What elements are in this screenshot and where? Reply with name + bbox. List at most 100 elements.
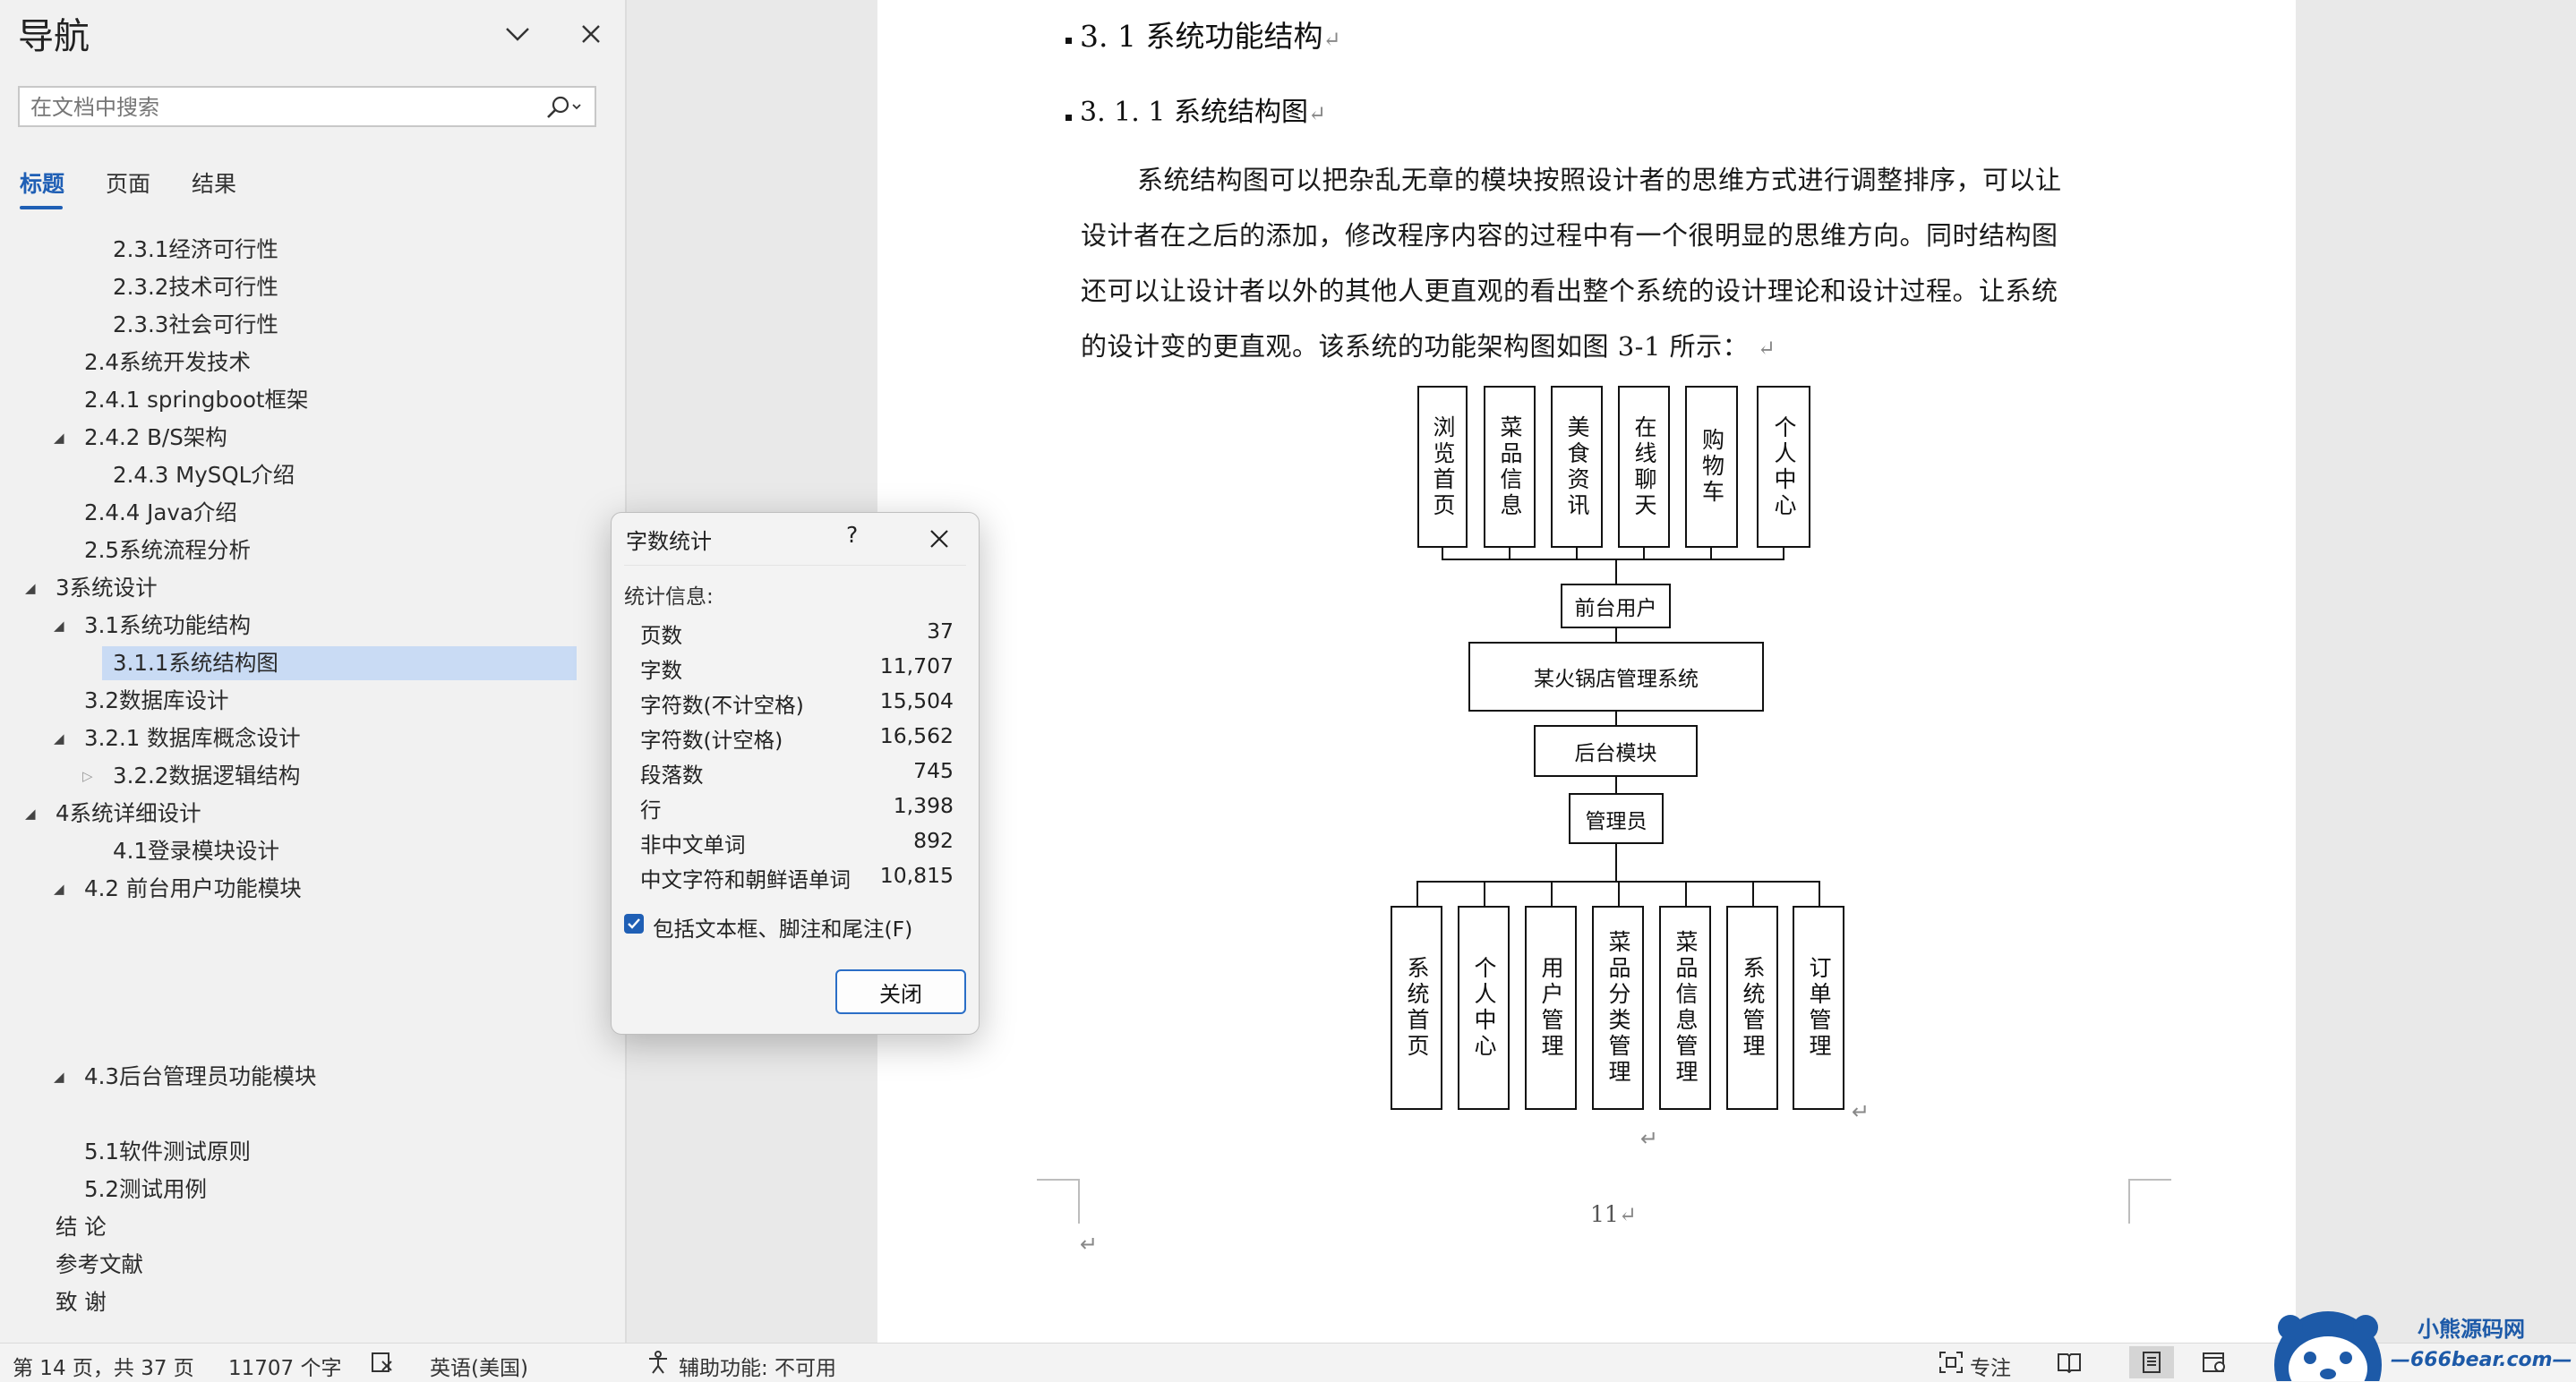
bear-logo-icon: [2274, 1311, 2382, 1381]
heading-3-1-1: 3. 1. 1 系统结构图↵: [1080, 97, 1327, 128]
watermark-url: —666bear.com—: [2391, 1349, 2572, 1371]
nav-heading-item[interactable]: 2.4.3 MySQL介绍: [113, 458, 295, 492]
nav-heading-item[interactable]: 2.3.2技术可行性: [113, 270, 278, 304]
dialog-close-icon[interactable]: [920, 520, 958, 558]
nav-options-chevron-icon[interactable]: [498, 14, 537, 54]
nav-heading-item[interactable]: 5.1软件测试原则: [84, 1135, 251, 1169]
stat-row: 非中文单词 892: [640, 828, 954, 857]
page-number: 11↵: [1590, 1201, 1637, 1227]
connector-line: [1752, 881, 1754, 906]
nav-heading-item[interactable]: 3.2数据库设计: [84, 684, 228, 718]
nav-heading-item[interactable]: 2.3.1经济可行性: [113, 233, 278, 267]
page-info[interactable]: 第 14 页，共 37 页: [13, 1351, 194, 1381]
stat-row: 字数 11,707: [640, 653, 954, 683]
nav-heading-item[interactable]: 4.2 前台用户功能模块: [84, 872, 302, 906]
diagram-bottom-module: 菜品信息管理: [1659, 906, 1711, 1110]
heading-marker: [1065, 115, 1072, 121]
nav-heading-item[interactable]: 4系统详细设计: [56, 797, 201, 831]
collapse-triangle-icon[interactable]: ◢: [25, 571, 36, 605]
diagram-top-module: 菜品信息: [1484, 386, 1536, 548]
tab-results[interactable]: 结果: [192, 166, 236, 199]
accessibility-icon[interactable]: [645, 1349, 672, 1376]
nav-heading-item[interactable]: 2.4.4 Java介绍: [84, 496, 237, 530]
collapse-triangle-icon[interactable]: ◢: [54, 872, 64, 906]
nav-heading-item[interactable]: 5.2测试用例: [84, 1173, 207, 1207]
paragraph-mark: ↵: [1640, 1126, 1659, 1151]
dialog-title: 字数统计: [626, 529, 712, 554]
nav-heading-item[interactable]: 参考文献: [56, 1248, 143, 1282]
connector-line: [1615, 628, 1617, 642]
nav-heading-item[interactable]: 2.4.2 B/S架构: [84, 421, 227, 455]
connector-line: [1442, 559, 1784, 560]
nav-heading-item[interactable]: 3.2.2数据逻辑结构: [113, 759, 300, 793]
nav-heading-item-selected[interactable]: 3.1.1系统结构图: [102, 646, 577, 680]
nav-heading-item[interactable]: 结 论: [56, 1210, 107, 1244]
nav-heading-item[interactable]: 2.4.1 springboot框架: [84, 383, 309, 417]
paragraph-line: 系统结构图可以把杂乱无章的模块按照设计者的思维方式进行调整排序，可以让: [1137, 165, 2062, 195]
collapse-triangle-icon[interactable]: ◢: [54, 721, 64, 755]
focus-label[interactable]: 专注: [1970, 1351, 2011, 1381]
status-bar: 第 14 页，共 37 页 11707 个字 英语(美国) 辅助功能: 不可用 …: [0, 1343, 2576, 1382]
tab-active-indicator: [20, 206, 63, 209]
help-button[interactable]: ?: [846, 522, 858, 548]
read-mode-icon[interactable]: [2056, 1349, 2083, 1376]
diagram-top-module: 购物车: [1685, 386, 1738, 548]
stat-row: 字符数(计空格) 16,562: [640, 723, 954, 753]
stat-row: 段落数 745: [640, 758, 954, 788]
collapse-triangle-icon[interactable]: ◢: [54, 421, 64, 455]
focus-icon[interactable]: [1938, 1349, 1964, 1376]
nav-heading-item[interactable]: 4.3后台管理员功能模块: [84, 1060, 316, 1094]
nav-heading-item[interactable]: 3系统设计: [56, 571, 158, 605]
watermark: 小熊源码网 —666bear.com—: [2264, 1302, 2576, 1381]
close-button[interactable]: 关闭: [835, 969, 966, 1014]
collapse-triangle-icon[interactable]: ◢: [54, 1060, 64, 1094]
diagram-bottom-module: 菜品分类管理: [1592, 906, 1644, 1110]
diagram-top-module: 个人中心: [1757, 386, 1810, 548]
diagram-admin: 管理员: [1569, 793, 1664, 844]
nav-heading-item[interactable]: 2.5系统流程分析: [84, 533, 251, 567]
tab-pages[interactable]: 页面: [106, 166, 150, 199]
paragraph-line: 还可以让设计者以外的其他人更直观的看出整个系统的设计理论和设计过程。让系统: [1081, 276, 2058, 306]
nav-heading-item[interactable]: 致 谢: [56, 1285, 107, 1319]
nav-heading-item[interactable]: 4.1登录模块设计: [113, 834, 279, 868]
print-layout-icon[interactable]: [2129, 1346, 2174, 1378]
stat-row: 行 1,398: [640, 793, 954, 823]
connector-line: [1551, 881, 1553, 906]
nav-close-icon[interactable]: [571, 14, 611, 54]
search-icon[interactable]: [539, 91, 587, 124]
nav-search-box[interactable]: [18, 86, 596, 127]
nav-heading-item[interactable]: 2.4系统开发技术: [84, 346, 251, 380]
collapse-triangle-icon[interactable]: ◢: [54, 609, 64, 643]
diagram-bottom-module: 个人中心: [1458, 906, 1510, 1110]
stat-row: 字符数(不计空格) 15,504: [640, 688, 954, 718]
stat-row: 中文字符和朝鲜语单词 10,815: [640, 863, 954, 892]
diagram-bottom-module: 系统管理: [1726, 906, 1778, 1110]
nav-search-input[interactable]: [29, 91, 534, 124]
nav-heading-item[interactable]: 2.3.3社会可行性: [113, 308, 278, 342]
expand-triangle-icon[interactable]: ▷: [82, 759, 93, 793]
dialog-divider: [624, 565, 966, 566]
paragraph-mark: ↵: [1852, 1099, 1870, 1124]
diagram-top-module: 在线聊天: [1618, 386, 1670, 548]
tab-headings[interactable]: 标题: [20, 166, 64, 199]
paragraph-mark: ↵: [1080, 1232, 1099, 1257]
heading-3-1: 3. 1 系统功能结构↵: [1080, 19, 1341, 54]
checkbox-label[interactable]: 包括文本框、脚注和尾注(F): [653, 912, 912, 943]
connector-line: [1615, 712, 1617, 725]
proofing-icon[interactable]: [369, 1349, 396, 1376]
collapse-triangle-icon[interactable]: ◢: [25, 797, 36, 831]
nav-heading-item[interactable]: 3.2.1 数据库概念设计: [84, 721, 301, 755]
stats-label: 统计信息:: [624, 585, 714, 609]
word-count-dialog[interactable]: 字数统计 ? 统计信息: 页数 37 字数 11,707 字符数(不计空格) 15,5…: [611, 512, 980, 1035]
word-count-status[interactable]: 11707 个字: [228, 1351, 341, 1381]
language-status[interactable]: 英语(美国): [430, 1351, 528, 1381]
connector-line: [1615, 559, 1617, 584]
connector-line: [1819, 881, 1820, 906]
web-layout-icon[interactable]: [2201, 1349, 2228, 1376]
nav-heading-item[interactable]: 3.1系统功能结构: [84, 609, 251, 643]
include-textboxes-checkbox[interactable]: [624, 914, 644, 934]
accessibility-status[interactable]: 辅助功能: 不可用: [679, 1351, 836, 1381]
paragraph-line: 的设计变的更直观。该系统的功能架构图如图 3-1 所示： ↵: [1081, 331, 1776, 362]
diagram-backend: 后台模块: [1534, 725, 1698, 777]
crop-mark: [2128, 1179, 2171, 1224]
